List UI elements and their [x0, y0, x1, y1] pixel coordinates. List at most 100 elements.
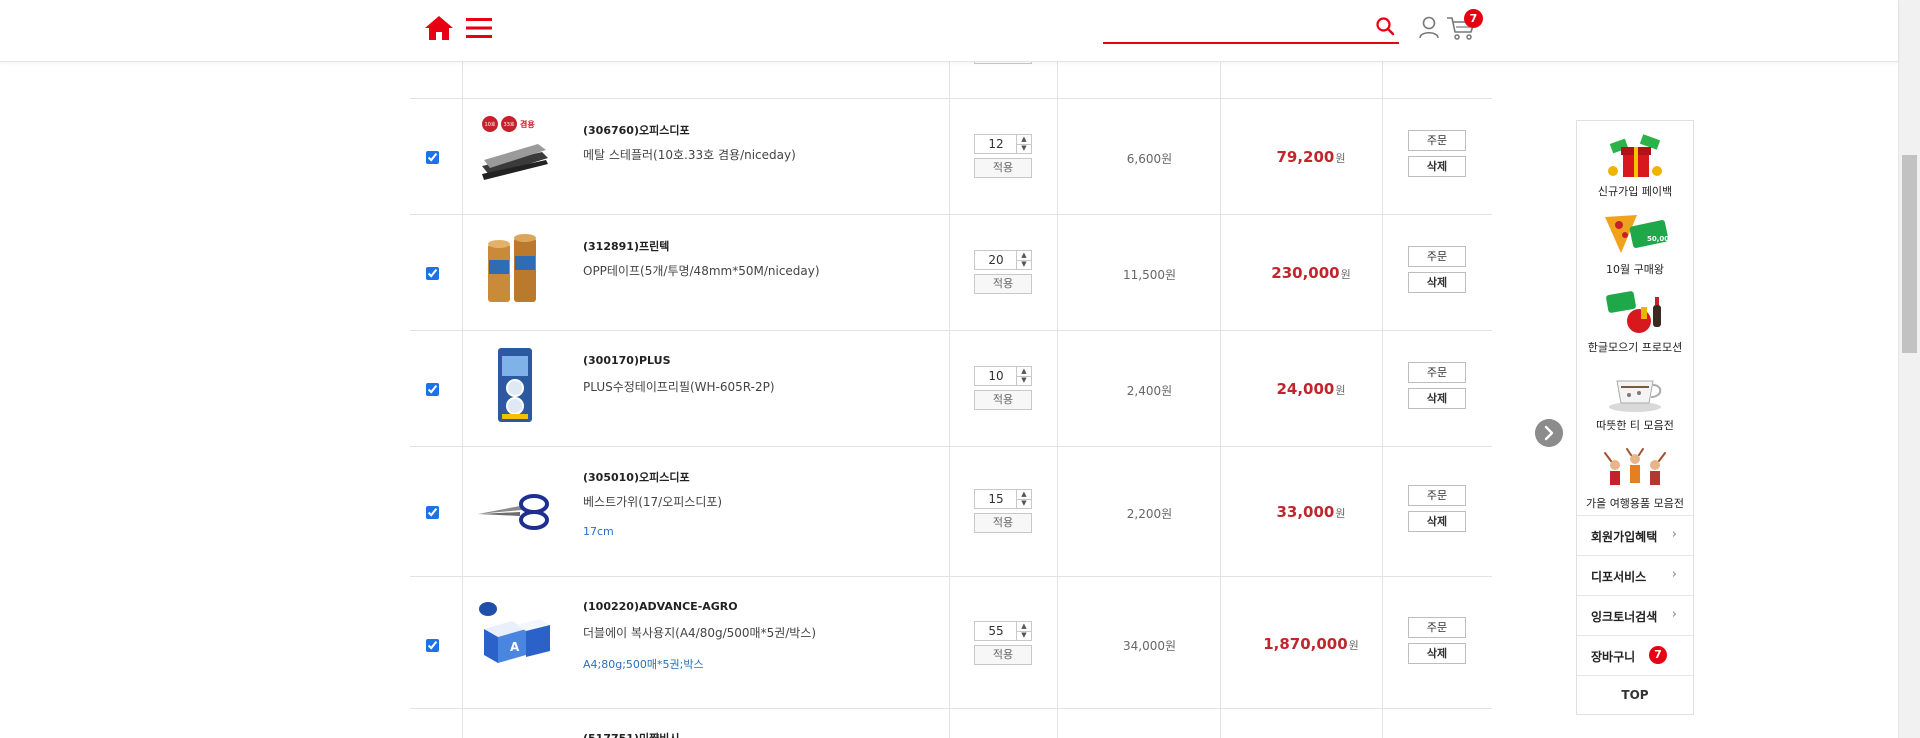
product-code: (312891)프린텍	[583, 240, 670, 253]
cart-count-badge: 7	[1464, 9, 1483, 28]
item-checkbox[interactable]	[426, 151, 439, 164]
total-price: 1,870,000원	[1230, 635, 1392, 653]
apply-quantity-button[interactable]: 적용	[974, 513, 1032, 533]
menu-icon[interactable]	[465, 15, 493, 41]
promo-label: 10월 구매왕	[1606, 263, 1664, 276]
product-image-scissors	[478, 494, 549, 530]
scrollbar-thumb[interactable]	[1902, 155, 1917, 353]
home-icon[interactable]	[424, 14, 454, 42]
side-link-depot-service[interactable]: 디포서비스 ›	[1577, 555, 1693, 595]
quantity-stepper[interactable]: ▲ ▼	[974, 489, 1032, 509]
side-link-label: 장바구니	[1591, 650, 1636, 664]
unit-price: 2,200원	[1126, 507, 1173, 521]
quantity-stepper[interactable]: ▲ ▼	[974, 250, 1032, 270]
quantity-down-icon[interactable]: ▼	[1016, 376, 1031, 385]
side-link-cart[interactable]: 장바구니 7	[1577, 635, 1693, 675]
item-checkbox[interactable]	[426, 639, 439, 652]
svg-text:10호: 10호	[485, 122, 496, 128]
table-row: (517751)미쨩비시	[410, 709, 1492, 738]
product-name-link[interactable]: 더블에이 복사용지(A4/80g/500매*5권/박스)	[583, 624, 816, 641]
scroll-top-button[interactable]: TOP	[1577, 675, 1693, 715]
product-image-correction-tape	[498, 348, 532, 422]
side-cart-count-badge: 7	[1649, 646, 1667, 664]
table-row: (305010)오피스디포 베스트가위(17/오피스디포) 17cm ▲ ▼ 적…	[410, 447, 1492, 576]
delete-button[interactable]: 삭제	[1408, 511, 1466, 532]
order-button[interactable]: 주문	[1408, 130, 1466, 151]
table-row: A (100220)ADVANCE-AGRO 더블에이 복사용지(A4/80g/…	[410, 577, 1492, 708]
unit-price: 34,000원	[1122, 639, 1177, 653]
product-name-link[interactable]: 메탈 스테플러(10호.33호 겸용/niceday)	[583, 146, 796, 163]
chevron-right-icon: ›	[1671, 567, 1677, 582]
item-checkbox[interactable]	[426, 267, 439, 280]
user-icon[interactable]	[1418, 15, 1440, 39]
quantity-stepper[interactable]: ▲ ▼	[974, 134, 1032, 154]
quantity-down-icon[interactable]: ▼	[1016, 144, 1031, 153]
apply-quantity-button[interactable]: 적용	[974, 274, 1032, 294]
apply-quantity-button[interactable]: 적용	[974, 390, 1032, 410]
promo-warm-tea[interactable]: 따뜻한 티 모음전	[1577, 359, 1693, 437]
item-checkbox[interactable]	[426, 383, 439, 396]
quantity-input[interactable]	[975, 622, 1017, 640]
side-link-member-benefits[interactable]: 회원가입혜택 ›	[1577, 515, 1693, 555]
chevron-right-icon: ›	[1671, 607, 1677, 622]
teacup-icon	[1609, 380, 1662, 412]
apply-quantity-button[interactable]: 적용	[974, 158, 1032, 178]
product-code: (305010)오피스디포	[583, 471, 690, 484]
product-option: A4;80g;500매*5권;박스	[583, 658, 704, 671]
table-row: (300170)PLUS PLUS수정테이프리필(WH-605R-2P) ▲ ▼…	[410, 331, 1492, 446]
quantity-down-icon[interactable]: ▼	[1016, 499, 1031, 508]
order-button[interactable]: 주문	[1408, 362, 1466, 383]
svg-text:33호: 33호	[504, 122, 515, 128]
item-checkbox[interactable]	[426, 506, 439, 519]
top-label: TOP	[1621, 688, 1649, 702]
product-code: (100220)ADVANCE-AGRO	[583, 600, 738, 613]
currency-unit: 원	[1335, 152, 1346, 165]
product-code: (300170)PLUS	[583, 354, 671, 367]
search-icon[interactable]	[1375, 16, 1395, 36]
quantity-input[interactable]	[975, 367, 1017, 385]
quantity-input[interactable]	[975, 135, 1017, 153]
quantity-stepper[interactable]: ▲ ▼	[974, 621, 1032, 641]
product-option: 17cm	[583, 525, 614, 538]
total-price-value: 1,870,000	[1263, 635, 1348, 653]
product-name-link[interactable]: OPP테이프(5개/투명/48mm*50M/niceday)	[583, 262, 820, 279]
product-image-tape	[488, 234, 536, 302]
total-price-value: 230,000	[1271, 264, 1340, 282]
delete-button[interactable]: 삭제	[1408, 388, 1466, 409]
quantity-stepper[interactable]: ▲ ▼	[974, 366, 1032, 386]
promo-label: 가을 여행용품 모음전	[1585, 497, 1685, 510]
promo-october-buyer[interactable]: 50,000 10월 구매왕	[1577, 203, 1693, 281]
product-name-link[interactable]: 베스트가위(17/오피스디포)	[583, 493, 722, 510]
promo-signup-payback[interactable]: 신규가입 페이백	[1577, 125, 1693, 203]
order-button[interactable]: 주문	[1408, 246, 1466, 267]
product-code: (517751)미쨩비시	[583, 730, 679, 738]
total-price: 230,000원	[1230, 264, 1392, 282]
quantity-down-icon[interactable]: ▼	[1016, 260, 1031, 269]
promo-autumn-travel[interactable]: 가을 여행용품 모음전	[1577, 437, 1693, 515]
promo-hangeul-collect[interactable]: 한글모으기 프로모션	[1577, 281, 1693, 359]
unit-price: 11,500원	[1122, 268, 1177, 282]
delete-button[interactable]: 삭제	[1408, 272, 1466, 293]
table-row: 10호 33호 겸용 (306760)오피스디포 메탈 스테플러(10호.33호…	[410, 99, 1492, 214]
svg-text:50,000: 50,000	[1647, 235, 1673, 243]
product-image-copy-paper: A	[479, 602, 550, 663]
product-name-link[interactable]: PLUS수정테이프리필(WH-605R-2P)	[583, 378, 775, 395]
total-price-value: 79,200	[1276, 148, 1335, 166]
promo-label: 신규가입 페이백	[1597, 185, 1673, 198]
delete-button[interactable]: 삭제	[1408, 643, 1466, 664]
apply-quantity-button[interactable]: 적용	[974, 645, 1032, 665]
cart-table: 10호 33호 겸용 (306760)오피스디포 메탈 스테플러(10호.33호…	[410, 61, 1492, 738]
delete-button[interactable]: 삭제	[1408, 156, 1466, 177]
order-button[interactable]: 주문	[1408, 617, 1466, 638]
page-scrollbar[interactable]	[1898, 0, 1920, 738]
side-link-ink-toner-search[interactable]: 잉크토너검색 ›	[1577, 595, 1693, 635]
next-arrow-icon[interactable]	[1535, 419, 1563, 447]
search-input[interactable]	[1103, 10, 1367, 42]
quantity-down-icon[interactable]: ▼	[1016, 631, 1031, 640]
currency-unit: 원	[1335, 384, 1346, 397]
quantity-input[interactable]	[975, 490, 1017, 508]
quantity-input[interactable]	[975, 251, 1017, 269]
order-button[interactable]: 주문	[1408, 485, 1466, 506]
svg-text:겸용: 겸용	[520, 119, 535, 129]
currency-unit: 원	[1340, 268, 1351, 281]
